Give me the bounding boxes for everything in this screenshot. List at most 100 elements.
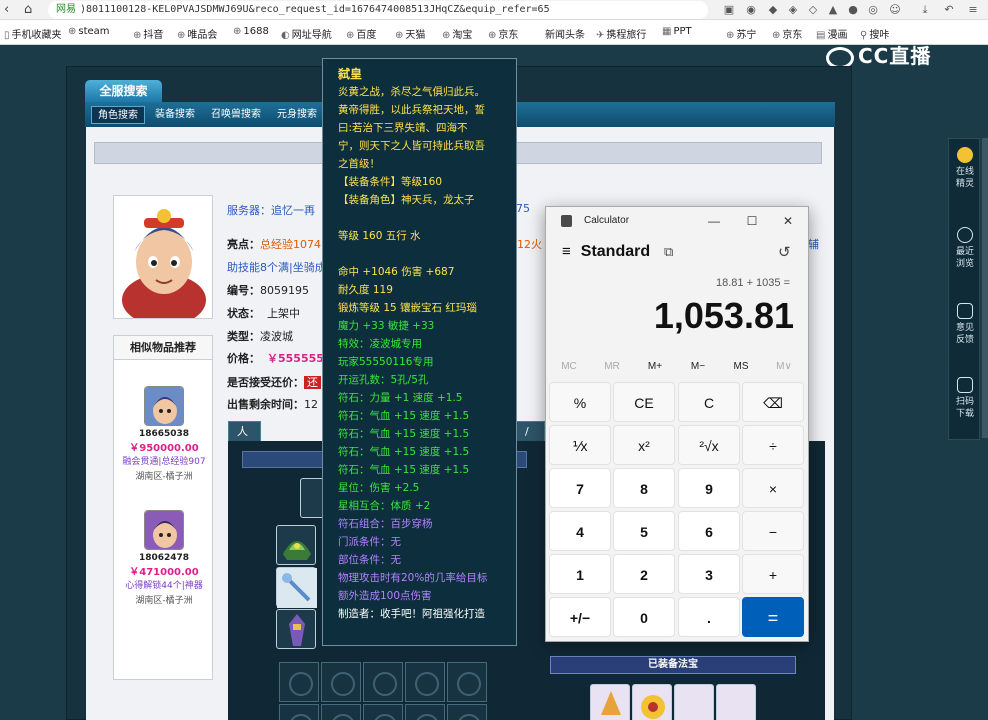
bookmark[interactable]: ⊕ 京东: [488, 26, 518, 41]
recent-browse-button[interactable]: 最近 浏览: [949, 227, 981, 270]
helmet-slot[interactable]: [276, 525, 316, 565]
address-bar[interactable]: 网易)8011100128-KEL0PVAJSDMWJ69U&reco_requ…: [48, 1, 708, 19]
equals-button[interactable]: =: [742, 597, 804, 637]
tab-equip-search[interactable]: 装备搜索: [149, 106, 201, 124]
bookmark[interactable]: ⊕ 1688: [233, 26, 269, 37]
digit-8-button[interactable]: 8: [613, 468, 675, 508]
extension-icon[interactable]: ●: [846, 3, 860, 17]
scan-download-button[interactable]: 扫码 下载: [949, 377, 981, 420]
feedback-button[interactable]: 意见 反馈: [949, 303, 981, 346]
inventory-cell[interactable]: [405, 704, 445, 720]
maximize-icon[interactable]: ☐: [738, 211, 766, 231]
treasure-slot[interactable]: [674, 684, 714, 720]
memory-clear-button[interactable]: MC: [548, 357, 590, 377]
hamburger-menu-icon[interactable]: ≡: [562, 243, 571, 260]
decimal-button[interactable]: .: [678, 597, 740, 637]
memory-recall-button[interactable]: MR: [591, 357, 633, 377]
back-icon[interactable]: ‹: [4, 2, 9, 17]
similar-item-thumb[interactable]: [144, 510, 184, 550]
inventory-cell[interactable]: [321, 662, 361, 702]
digit-6-button[interactable]: 6: [678, 511, 740, 551]
add-button[interactable]: +: [742, 554, 804, 594]
armor-slot[interactable]: [276, 609, 316, 649]
minimize-icon[interactable]: —: [700, 211, 728, 231]
similar-item[interactable]: 18062478 ￥471000.00 心得解锁44个|神器 湖南区-橘子洲: [114, 510, 214, 606]
treasure-slot[interactable]: [716, 684, 756, 720]
bookmark[interactable]: ⊕ 京东: [772, 26, 802, 41]
calculator-titlebar[interactable]: Calculator — ☐ ✕: [546, 207, 810, 235]
inventory-cell[interactable]: [279, 662, 319, 702]
server-link[interactable]: 追忆一再: [271, 204, 315, 217]
tab-children[interactable]: /孩子: [516, 421, 545, 478]
digit-2-button[interactable]: 2: [613, 554, 675, 594]
backspace-button[interactable]: ⌫: [742, 382, 804, 422]
tab-global-search[interactable]: 全服搜索: [85, 80, 162, 102]
bookmark[interactable]: ⊕ steam: [68, 26, 110, 37]
memory-store-button[interactable]: MS: [720, 357, 762, 377]
tab-character-cultivation[interactable]: 人物/修炼: [228, 421, 261, 498]
digit-7-button[interactable]: 7: [549, 468, 611, 508]
inventory-cell[interactable]: [363, 662, 403, 702]
extension-icon[interactable]: ◆: [766, 3, 780, 17]
negate-button[interactable]: +/−: [549, 597, 611, 637]
percent-button[interactable]: %: [549, 382, 611, 422]
extension-icon[interactable]: ◎: [866, 3, 880, 17]
inventory-cell[interactable]: [321, 704, 361, 720]
bookmark[interactable]: ⊕ 唯品会: [177, 26, 217, 41]
extension-icon[interactable]: ▲: [826, 3, 840, 17]
weapon-slot[interactable]: [276, 567, 317, 608]
digit-9-button[interactable]: 9: [678, 468, 740, 508]
memory-list-button[interactable]: M∨: [763, 357, 805, 377]
home-icon[interactable]: ⌂: [24, 2, 32, 17]
undo-icon[interactable]: ↶: [942, 3, 956, 17]
inventory-cell[interactable]: [405, 662, 445, 702]
treasure-slot[interactable]: [590, 684, 630, 720]
bookmark[interactable]: 新闻头条: [545, 26, 585, 41]
inventory-cell[interactable]: [279, 704, 319, 720]
multiply-button[interactable]: ×: [742, 468, 804, 508]
close-icon[interactable]: ✕: [774, 211, 802, 231]
reciprocal-button[interactable]: ⅟x: [549, 425, 611, 465]
bookmark[interactable]: ▯ 手机收藏夹: [4, 26, 62, 41]
bookmark[interactable]: ▦ PPT: [662, 26, 692, 37]
bookmark[interactable]: ⚲ 搜咔: [860, 26, 889, 41]
memory-add-button[interactable]: M+: [634, 357, 676, 377]
inventory-cell[interactable]: [447, 662, 487, 702]
offer-button[interactable]: 还: [304, 376, 321, 389]
treasure-slot[interactable]: [632, 684, 672, 720]
keep-on-top-icon[interactable]: ⧉: [664, 245, 673, 260]
download-icon[interactable]: ⤓: [918, 3, 932, 17]
digit-4-button[interactable]: 4: [549, 511, 611, 551]
similar-item[interactable]: 18665038 ￥950000.00 融会贯通|总经验907 湖南区-橘子洲: [114, 386, 214, 482]
extension-icon[interactable]: ◈: [786, 3, 800, 17]
bookmark[interactable]: ✈ 携程旅行: [596, 26, 646, 41]
bookmark[interactable]: ⊕ 百度: [346, 26, 376, 41]
inventory-cell[interactable]: [447, 704, 487, 720]
divide-button[interactable]: ÷: [742, 425, 804, 465]
subtract-button[interactable]: −: [742, 511, 804, 551]
bookmark[interactable]: ⊕ 天猫: [395, 26, 425, 41]
digit-3-button[interactable]: 3: [678, 554, 740, 594]
memory-subtract-button[interactable]: M−: [677, 357, 719, 377]
history-icon[interactable]: ↺: [778, 243, 791, 261]
bookmark[interactable]: ▤ 漫画: [816, 26, 847, 41]
bookmark[interactable]: ⊕ 苏宁: [726, 26, 756, 41]
bookmark[interactable]: ⊕ 淘宝: [442, 26, 472, 41]
inventory-cell[interactable]: [363, 704, 403, 720]
square-root-button[interactable]: ²√x: [678, 425, 740, 465]
digit-5-button[interactable]: 5: [613, 511, 675, 551]
menu-icon[interactable]: ≡: [966, 3, 980, 17]
online-helper-button[interactable]: 在线 精灵: [949, 147, 981, 190]
page-scrollbar[interactable]: [982, 138, 988, 438]
square-button[interactable]: x²: [613, 425, 675, 465]
extension-icon[interactable]: ◉: [744, 3, 758, 17]
clear-entry-button[interactable]: CE: [613, 382, 675, 422]
extension-icon[interactable]: ▣: [722, 3, 736, 17]
extension-icon[interactable]: ◇: [806, 3, 820, 17]
tab-summon-search[interactable]: 召唤兽搜索: [205, 106, 267, 124]
tab-role-search[interactable]: 角色搜索: [91, 106, 145, 124]
tab-avatar-search[interactable]: 元身搜索: [271, 106, 323, 124]
bookmark[interactable]: ◐ 网址导航: [281, 26, 332, 41]
similar-item-thumb[interactable]: [144, 386, 184, 426]
digit-0-button[interactable]: 0: [613, 597, 675, 637]
